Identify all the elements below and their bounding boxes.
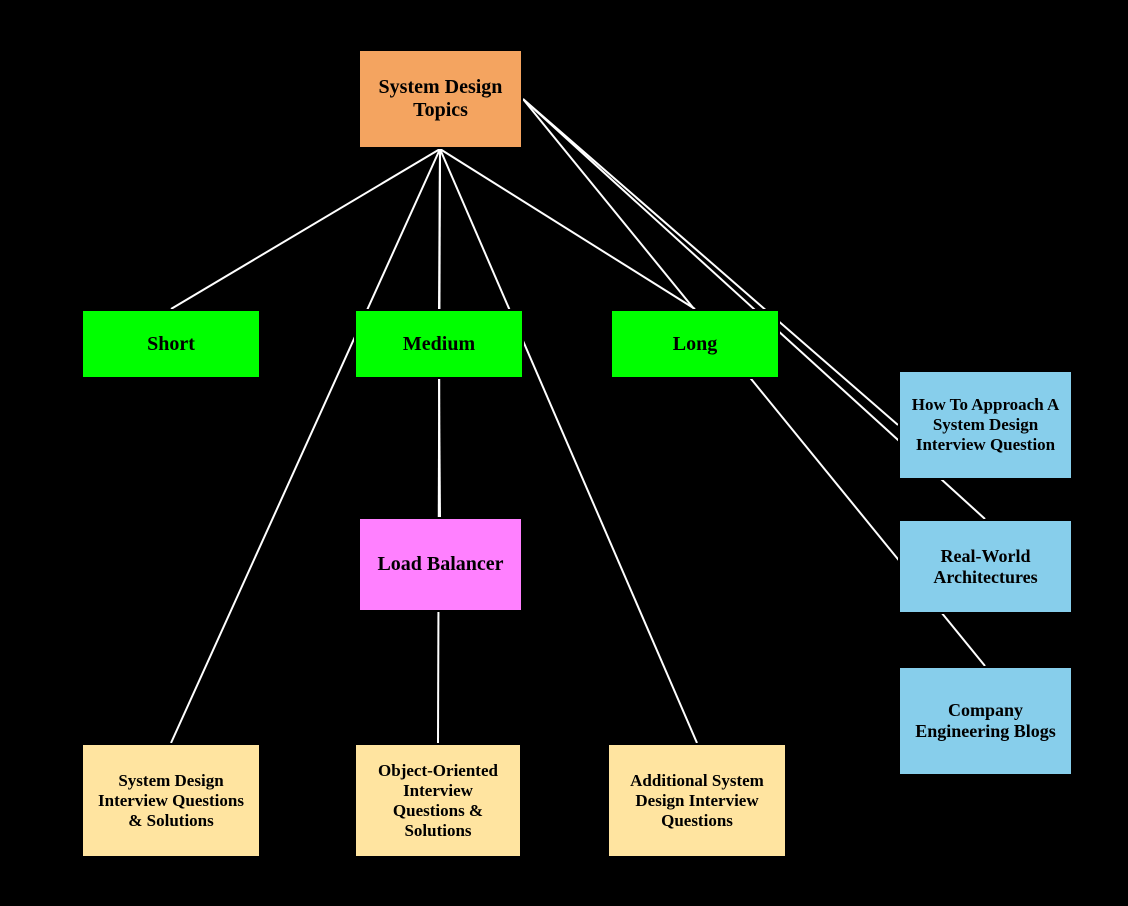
real-world-architectures-node[interactable]: Real-World Architectures xyxy=(898,519,1073,614)
sd-interview-questions-node[interactable]: System Design Interview Questions & Solu… xyxy=(81,743,261,858)
how-to-approach-node[interactable]: How To Approach A System Design Intervie… xyxy=(898,370,1073,480)
system-design-topics-node[interactable]: System Design Topics xyxy=(358,49,523,149)
load-balancer-node[interactable]: Load Balancer xyxy=(358,517,523,612)
additional-sd-questions-node[interactable]: Additional System Design Interview Quest… xyxy=(607,743,787,858)
oo-interview-questions-node[interactable]: Object-Oriented Interview Questions & So… xyxy=(354,743,522,858)
long-node[interactable]: Long xyxy=(610,309,780,379)
short-node[interactable]: Short xyxy=(81,309,261,379)
company-engineering-blogs-node[interactable]: Company Engineering Blogs xyxy=(898,666,1073,776)
medium-node[interactable]: Medium xyxy=(354,309,524,379)
